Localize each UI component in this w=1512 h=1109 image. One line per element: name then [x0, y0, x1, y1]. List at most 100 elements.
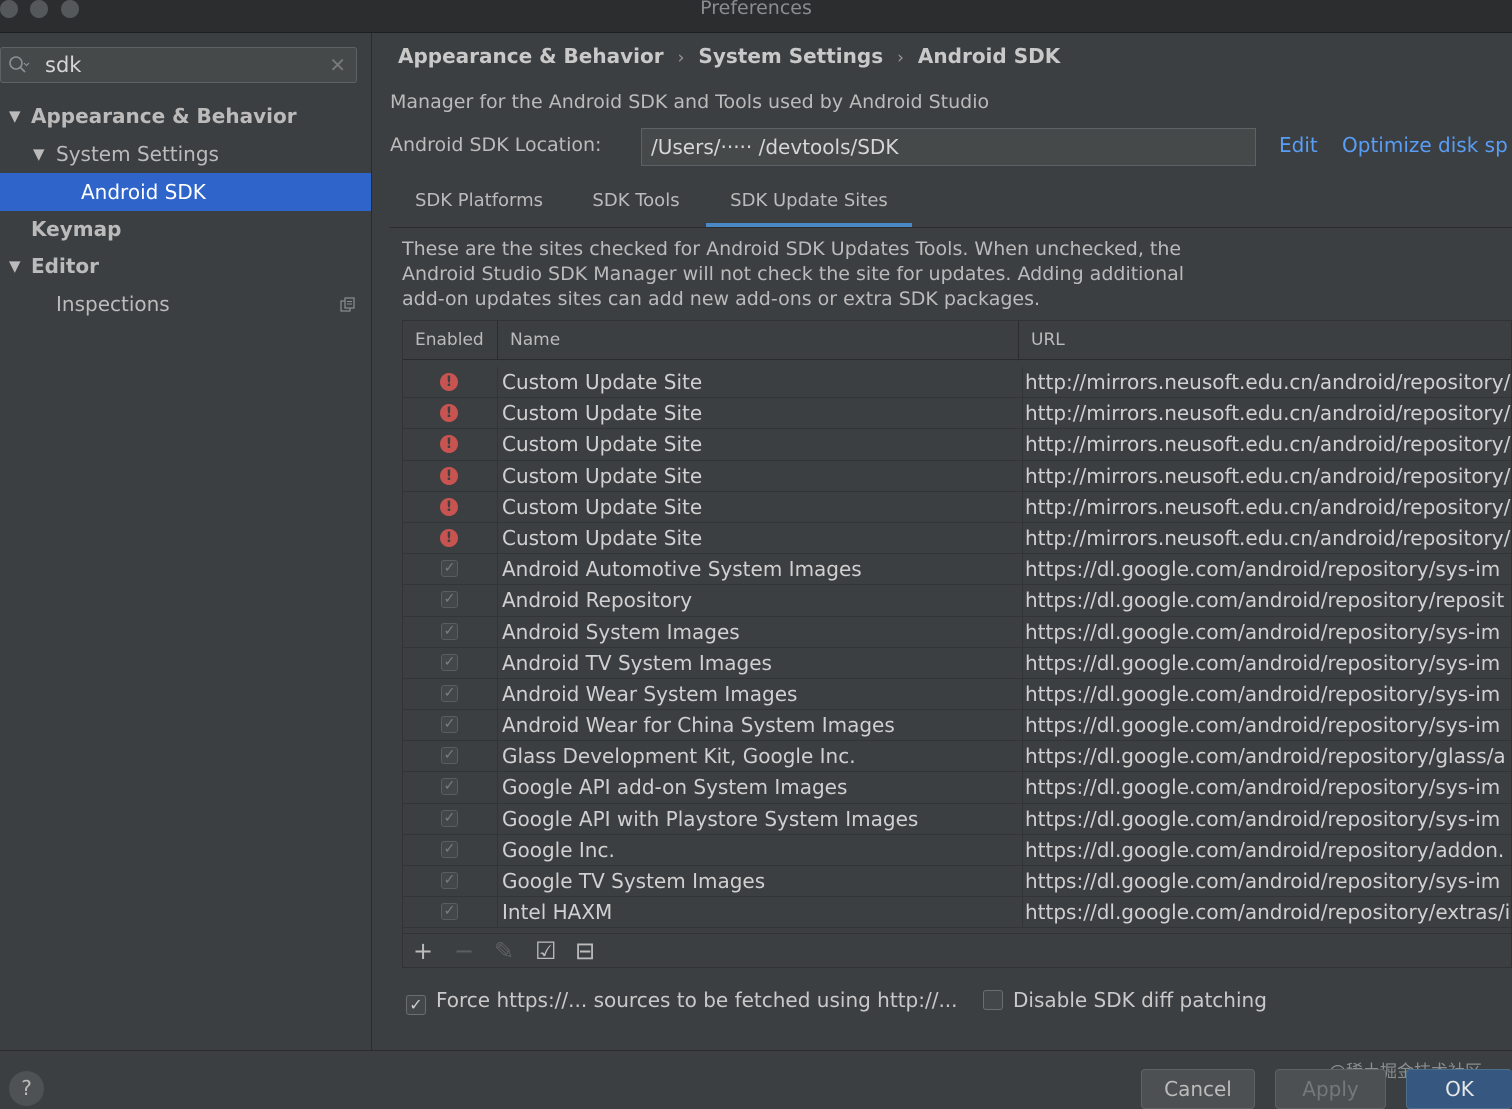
- enabled-cell[interactable]: ✓: [403, 803, 498, 835]
- enabled-checkbox[interactable]: ✓: [441, 872, 458, 889]
- search-box[interactable]: ✕: [0, 47, 357, 83]
- table-row[interactable]: ✓ Android TV System Images https://dl.goog…: [403, 647, 1511, 679]
- table-row[interactable]: ✓ Android System Images https://dl.google.…: [403, 616, 1511, 648]
- enabled-cell[interactable]: ✓: [403, 678, 498, 710]
- tab-sdk-platforms[interactable]: SDK Platforms: [390, 183, 568, 227]
- force-http-label: Force https://... sources to be fetched …: [436, 988, 958, 1012]
- edit-link[interactable]: Edit: [1279, 133, 1318, 157]
- enabled-cell[interactable]: ✓: [403, 616, 498, 648]
- site-url-cell: https://dl.google.com/android/repository…: [1025, 744, 1506, 769]
- clear-search-icon[interactable]: ✕: [329, 53, 346, 77]
- enabled-cell[interactable]: ✓: [403, 647, 498, 679]
- enabled-checkbox[interactable]: ✓: [441, 778, 458, 796]
- table-row[interactable]: ! Custom Update Site http://mirrors.neusof…: [403, 398, 1511, 430]
- project-settings-copy-icon: [340, 297, 355, 312]
- site-name-cell: Custom Update Site: [498, 367, 1023, 398]
- disable-diff-checkbox[interactable]: [983, 990, 1003, 1010]
- tab-sdk-update-sites[interactable]: SDK Update Sites: [706, 183, 912, 227]
- enabled-cell[interactable]: !: [403, 522, 498, 554]
- table-row[interactable]: ! Custom Update Site http://mirrors.neusof…: [403, 460, 1511, 492]
- enabled-cell[interactable]: ✓: [403, 897, 498, 929]
- enabled-checkbox[interactable]: ✓: [441, 622, 458, 640]
- table-row[interactable]: ! Custom Update Site http://mirrors.neusof…: [403, 491, 1511, 523]
- table-row[interactable]: ! Custom Update Site http://mirrors.neusof…: [403, 429, 1511, 461]
- enabled-cell[interactable]: !: [403, 367, 498, 398]
- force-http-option[interactable]: ✓ Force https://... sources to be fetched…: [406, 988, 958, 1015]
- ok-button[interactable]: OK: [1406, 1069, 1512, 1109]
- tree-item-editor[interactable]: ▼ Editor: [0, 247, 371, 285]
- enabled-cell[interactable]: !: [403, 460, 498, 492]
- tree-item-keymap[interactable]: Keymap: [0, 210, 371, 248]
- tab-sdk-tools[interactable]: SDK Tools: [568, 183, 704, 227]
- site-name-cell: Custom Update Site: [498, 429, 1023, 461]
- site-name-cell: Android Wear System Images: [498, 678, 1023, 710]
- enabled-checkbox[interactable]: ✓: [441, 560, 458, 578]
- enabled-cell[interactable]: ✓: [403, 741, 498, 773]
- table-row[interactable]: ✓ Android Repository https://dl.google.com…: [403, 585, 1511, 617]
- window-title: Preferences: [700, 0, 812, 19]
- dialog-footer: ? @稀土掘金技术社区 Cancel Apply OK: [0, 1050, 1512, 1109]
- enabled-cell[interactable]: ✓: [403, 834, 498, 866]
- edit-site-icon[interactable]: ✎: [494, 936, 514, 966]
- enabled-checkbox[interactable]: ✓: [441, 716, 458, 734]
- table-row[interactable]: ✓ Intel HAXM https://dl.google.com/android…: [403, 897, 1511, 929]
- tree-item-appearance-behavior[interactable]: ▼ Appearance & Behavior: [0, 97, 371, 135]
- table-row[interactable]: ✓ Android Wear for China System Images htt…: [403, 710, 1511, 742]
- optimize-disk-space-link[interactable]: Optimize disk sp: [1342, 133, 1508, 157]
- table-row[interactable]: ✓ Google API with Playstore System Images…: [403, 803, 1511, 835]
- enabled-checkbox[interactable]: ✓: [441, 747, 458, 765]
- table-row[interactable]: ! Custom Update Site http://mirrors.neusof…: [403, 367, 1511, 399]
- force-http-checkbox[interactable]: ✓: [406, 995, 426, 1015]
- table-row[interactable]: ✓ Android Automotive System Images https:/…: [403, 554, 1511, 586]
- site-name-cell: Android Wear for China System Images: [498, 710, 1023, 742]
- enabled-checkbox[interactable]: ✓: [441, 840, 458, 858]
- tree-item-label: Android SDK: [81, 180, 206, 204]
- help-button[interactable]: ?: [9, 1071, 44, 1106]
- apply-button[interactable]: Apply: [1275, 1069, 1386, 1109]
- cancel-button[interactable]: Cancel: [1141, 1069, 1255, 1109]
- enabled-checkbox[interactable]: ✓: [441, 591, 458, 609]
- enabled-checkbox[interactable]: ✓: [441, 653, 458, 671]
- site-url-cell: https://dl.google.com/android/repository…: [1025, 681, 1501, 706]
- expand-arrow-icon[interactable]: ▼: [9, 97, 21, 135]
- enabled-cell[interactable]: !: [403, 398, 498, 430]
- enabled-checkbox[interactable]: ✓: [441, 684, 458, 702]
- remove-site-icon[interactable]: −: [454, 936, 474, 966]
- uncheck-all-icon[interactable]: ⊟: [575, 936, 595, 966]
- site-url-cell: http://mirrors.neusoft.edu.cn/android/re…: [1025, 494, 1511, 519]
- enabled-checkbox[interactable]: ✓: [441, 809, 458, 827]
- tree-item-system-settings[interactable]: ▼ System Settings: [0, 135, 371, 173]
- column-header-enabled[interactable]: Enabled: [403, 321, 498, 359]
- tree-item-android-sdk[interactable]: Android SDK: [0, 173, 371, 211]
- search-input[interactable]: [45, 52, 315, 78]
- enabled-cell[interactable]: ✓: [403, 585, 498, 617]
- site-url-cell: https://dl.google.com/android/repository…: [1025, 713, 1501, 738]
- enabled-cell[interactable]: ✓: [403, 554, 498, 586]
- enabled-cell[interactable]: ✓: [403, 772, 498, 804]
- table-row[interactable]: ✓ Google Inc. https://dl.google.com/androi…: [403, 834, 1511, 866]
- table-row[interactable]: ✓ Google API add-on System Images https://…: [403, 772, 1511, 804]
- enabled-cell[interactable]: !: [403, 429, 498, 461]
- site-name-cell: Custom Update Site: [498, 460, 1023, 492]
- enabled-cell[interactable]: ✓: [403, 866, 498, 897]
- expand-arrow-icon[interactable]: ▼: [9, 247, 21, 285]
- enabled-checkbox[interactable]: ✓: [441, 903, 458, 921]
- column-header-name[interactable]: Name: [498, 321, 1019, 359]
- site-url-cell: https://dl.google.com/android/repository…: [1025, 869, 1501, 893]
- table-row[interactable]: ✓ Android Wear System Images https://dl.go…: [403, 678, 1511, 711]
- site-url-cell: https://dl.google.com/android/repository…: [1025, 775, 1501, 800]
- enabled-cell[interactable]: !: [403, 491, 498, 523]
- table-row[interactable]: ✓ Glass Development Kit, Google Inc. https…: [403, 741, 1511, 773]
- error-icon: !: [440, 466, 458, 485]
- expand-arrow-icon[interactable]: ▼: [33, 135, 45, 173]
- disable-diff-option[interactable]: Disable SDK diff patching: [983, 988, 1267, 1012]
- table-row[interactable]: ! Custom Update Site http://mirrors.neusof…: [403, 522, 1511, 555]
- column-header-url[interactable]: URL: [1019, 321, 1511, 359]
- check-all-icon[interactable]: ☑: [535, 936, 557, 966]
- enabled-cell[interactable]: ✓: [403, 710, 498, 742]
- tree-item-inspections[interactable]: Inspections: [0, 285, 371, 323]
- table-row[interactable]: ✓ Google TV System Images https://dl.googl…: [403, 866, 1511, 898]
- error-icon: !: [440, 373, 458, 391]
- add-site-icon[interactable]: +: [413, 936, 433, 966]
- sdk-location-field[interactable]: /Users/····· /devtools/SDK: [641, 128, 1256, 166]
